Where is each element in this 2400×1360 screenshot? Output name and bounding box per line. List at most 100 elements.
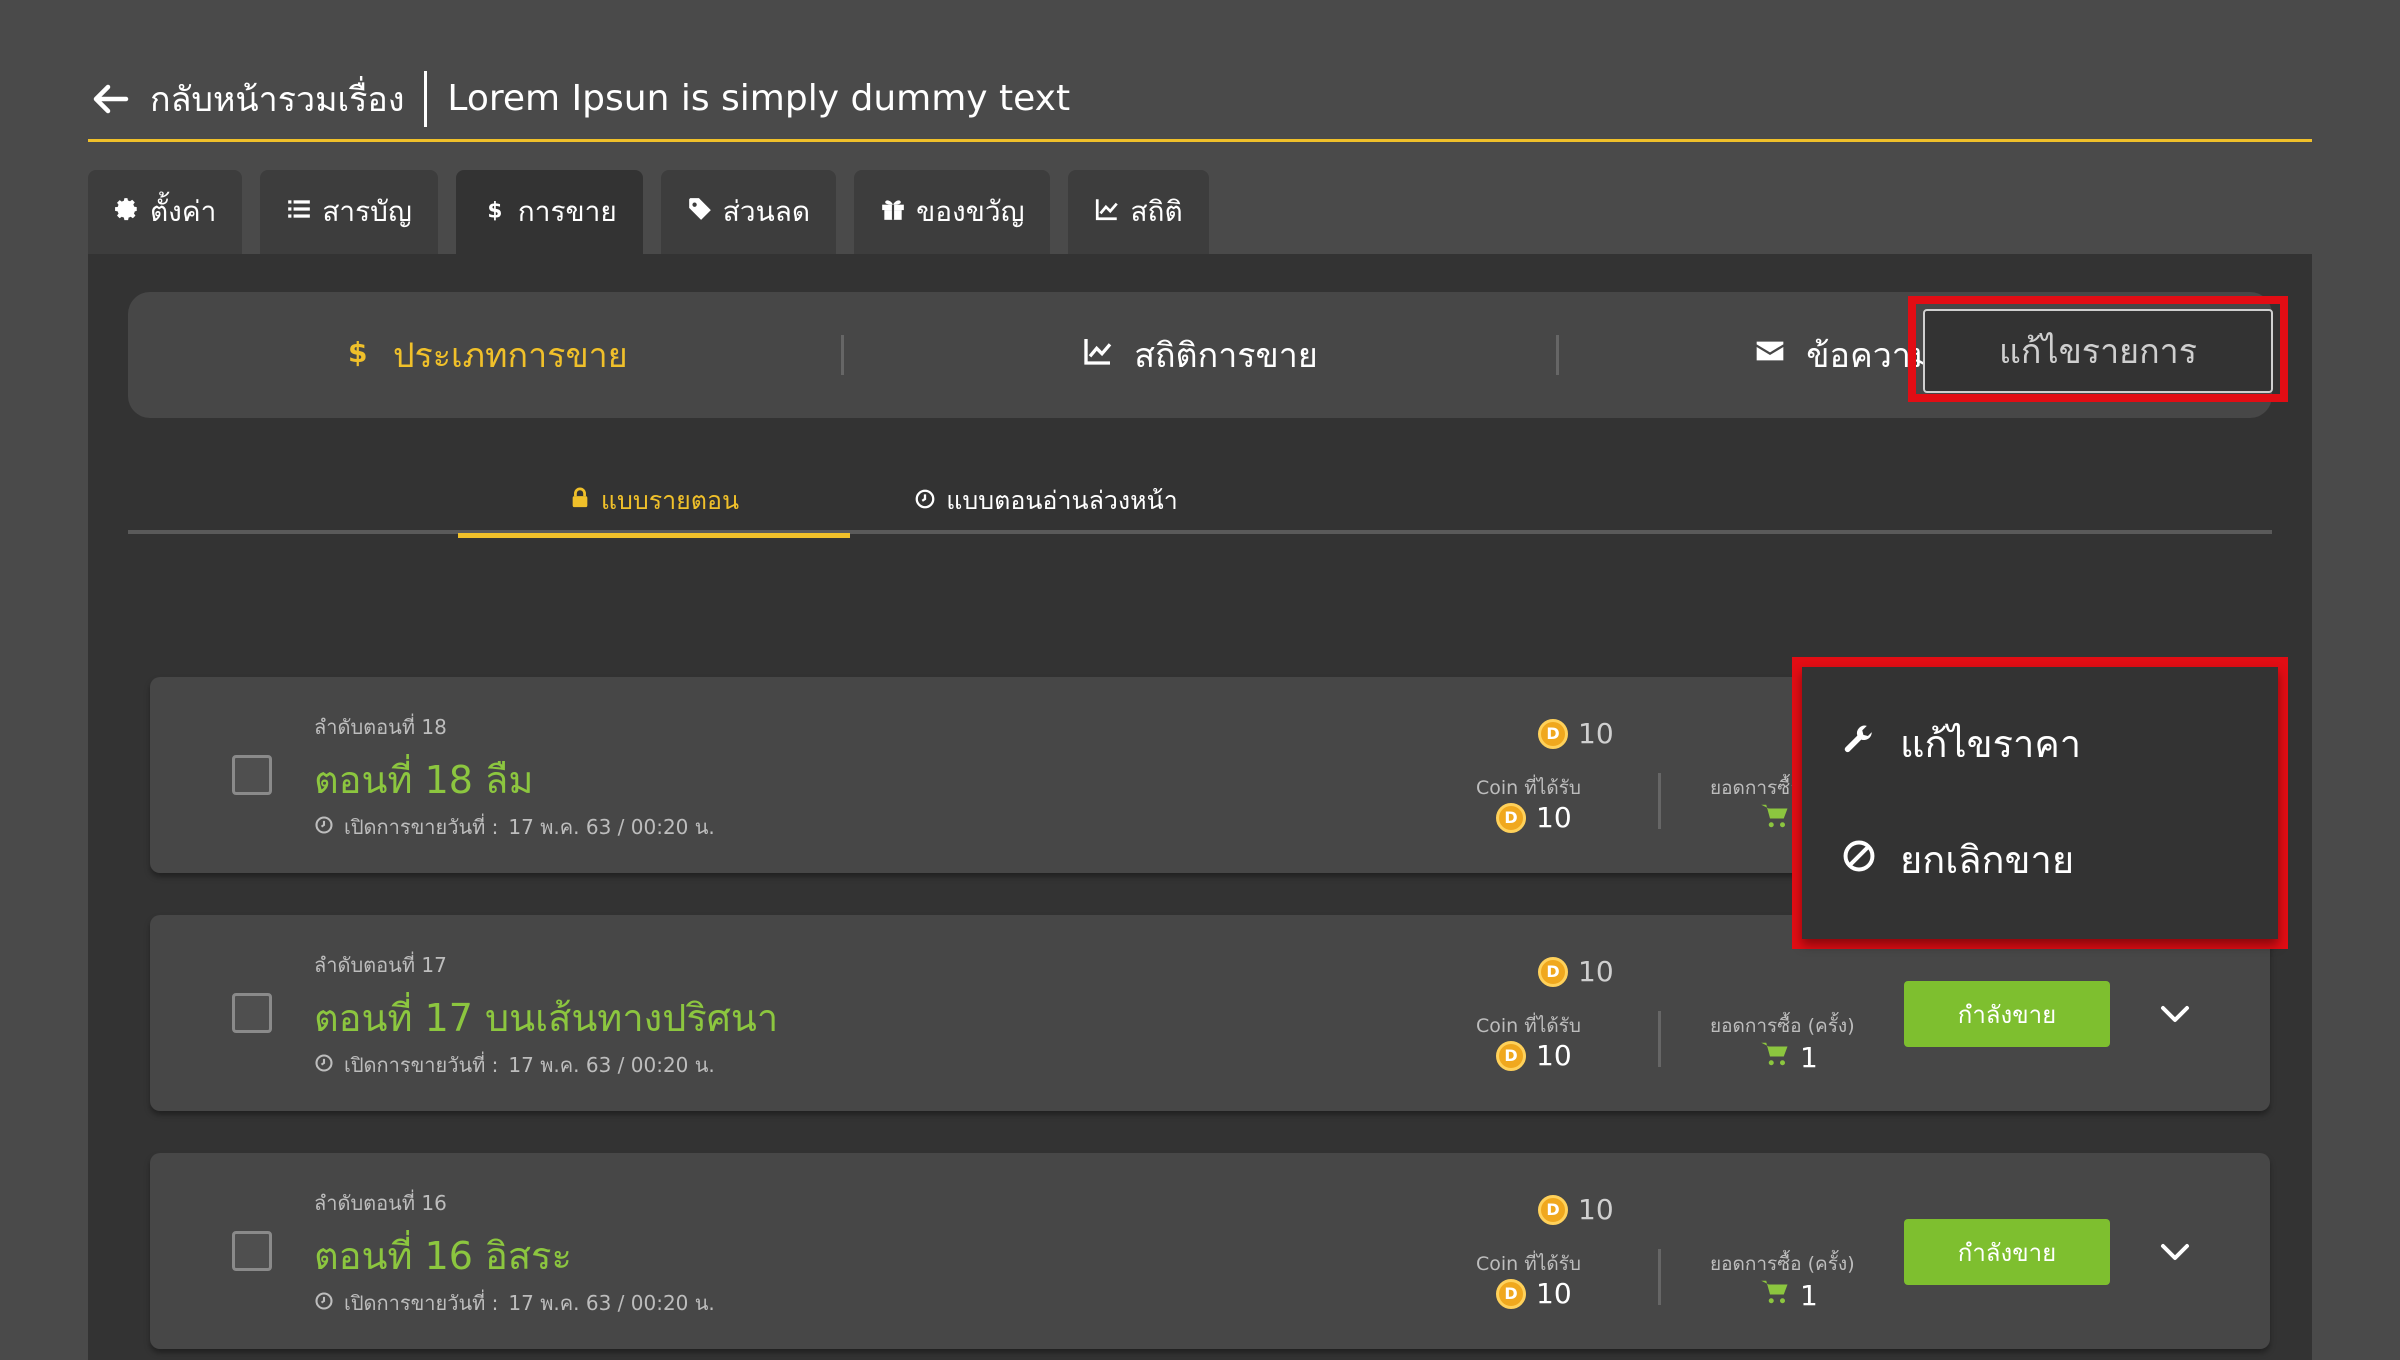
episode-price: D 10 — [1538, 1193, 1614, 1226]
header-divider — [424, 70, 428, 127]
tab-gifts[interactable]: ของขวัญ — [854, 170, 1051, 254]
gear-icon — [114, 196, 140, 229]
tab-label: ตั้งค่า — [150, 195, 217, 228]
envelope-icon — [1754, 335, 1786, 376]
episode-order: ลำดับตอนที่ 17 — [314, 953, 447, 977]
lock-icon — [569, 486, 591, 515]
coin-value: 10 — [1536, 801, 1572, 834]
coin-icon: D — [1496, 1040, 1526, 1071]
tab-label: การขาย — [517, 195, 617, 228]
episode-order: ลำดับตอนที่ 18 — [314, 715, 447, 739]
coin-received-label: Coin ที่ได้รับ — [1476, 1253, 1581, 1275]
stat-divider — [1658, 773, 1661, 829]
purchases-value: 1 — [1760, 1277, 1818, 1314]
coin-icon: D — [1496, 1278, 1526, 1309]
episode-price: D 10 — [1538, 955, 1614, 988]
stat-divider — [1658, 1249, 1661, 1305]
coin-received-label: Coin ที่ได้รับ — [1476, 777, 1581, 799]
episode-checkbox[interactable] — [232, 1231, 272, 1271]
edit-list-button[interactable]: แก้ไขรายการ — [1923, 309, 2273, 393]
subnav-label: ประเภทการขาย — [392, 336, 628, 376]
sale-mode-tabs: แบบรายตอน แบบตอนอ่านล่วงหน้า — [128, 468, 2272, 538]
episode-price: D 10 — [1538, 717, 1614, 750]
tab-per-episode[interactable]: แบบรายตอน — [458, 468, 850, 538]
coin-value: 10 — [1536, 1039, 1572, 1072]
date-prefix: เปิดการขายวันที่ : — [344, 815, 499, 839]
tab-contents[interactable]: สารบัญ — [260, 170, 438, 254]
main-tabs: ตั้งค่า สารบัญ $ การขาย ส่วนลด ของขวัญ ส… — [88, 170, 1209, 254]
episode-title[interactable]: ตอนที่ 17 บนเส้นทางปริศนา — [314, 987, 778, 1048]
stat-divider — [1658, 1011, 1661, 1067]
episode-title[interactable]: ตอนที่ 16 อิสระ — [314, 1225, 572, 1286]
purchases-count: 1 — [1800, 1041, 1818, 1074]
coin-icon: D — [1538, 1194, 1568, 1225]
wrench-icon — [1842, 722, 1876, 766]
back-to-stories-link[interactable]: กลับหน้ารวมเรื่อง — [150, 72, 404, 126]
dollar-icon: $ — [341, 335, 373, 376]
clock-icon — [314, 1291, 334, 1316]
chart-icon — [1082, 335, 1114, 376]
tag-icon — [687, 196, 713, 229]
episode-title[interactable]: ตอนที่ 18 ลืม — [314, 749, 533, 810]
date-value: 17 พ.ค. 63 / 00:20 น. — [508, 1291, 715, 1315]
episode-checkbox[interactable] — [232, 755, 272, 795]
purchases-label: ยอดการซื้อ (ครั้ง) — [1710, 1015, 1855, 1037]
episode-checkbox[interactable] — [232, 993, 272, 1033]
subnav-sales-statistics[interactable]: สถิติการขาย — [844, 328, 1557, 382]
purchases-value: 1 — [1760, 1039, 1818, 1076]
price-value: 10 — [1578, 1193, 1614, 1226]
purchases-label: ยอดการซื้อ (ครั้ง) — [1710, 1253, 1855, 1275]
coin-received-value: D 10 — [1496, 1039, 1572, 1072]
edit-dropdown-menu: แก้ไขราคา ยกเลิกขาย — [1802, 667, 2278, 939]
episode-order: ลำดับตอนที่ 16 — [314, 1191, 447, 1215]
tab-sales[interactable]: $ การขาย — [455, 170, 643, 254]
clock-icon — [314, 815, 334, 840]
coin-icon: D — [1538, 956, 1568, 987]
menu-item-label: ยกเลิกขาย — [1900, 838, 2075, 882]
tab-label: สถิติ — [1130, 195, 1183, 228]
episode-date: เปิดการขายวันที่ : 17 พ.ค. 63 / 00:20 น. — [314, 1049, 715, 1081]
tab-label: สารบัญ — [322, 195, 412, 228]
coin-icon: D — [1538, 718, 1568, 749]
chevron-down-icon[interactable] — [2150, 989, 2200, 1039]
menu-item-label: แก้ไขราคา — [1900, 722, 2082, 766]
selling-status-button[interactable]: กำลังขาย — [1904, 1219, 2110, 1285]
menu-item-cancel-sale[interactable]: ยกเลิกขาย — [1842, 829, 2074, 890]
dollar-icon: $ — [482, 196, 508, 229]
purchases-count: 1 — [1800, 1279, 1818, 1312]
list-icon — [286, 196, 312, 229]
subnav-sales-type[interactable]: $ ประเภทการขาย — [128, 328, 841, 382]
clock-icon — [314, 1053, 334, 1078]
price-value: 10 — [1578, 717, 1614, 750]
tab-early-access[interactable]: แบบตอนอ่านล่วงหน้า — [850, 468, 1242, 534]
episode-date: เปิดการขายวันที่ : 17 พ.ค. 63 / 00:20 น. — [314, 1287, 715, 1319]
chart-icon — [1094, 196, 1120, 229]
cart-icon — [1760, 1277, 1790, 1314]
price-value: 10 — [1578, 955, 1614, 988]
svg-text:$: $ — [348, 336, 367, 367]
page-header: กลับหน้ารวมเรื่อง Lorem Ipsun is simply … — [88, 58, 2312, 142]
tab-statistics[interactable]: สถิติ — [1068, 170, 1209, 254]
tab-label: แบบรายตอน — [600, 485, 740, 515]
episode-date: เปิดการขายวันที่ : 17 พ.ค. 63 / 00:20 น. — [314, 811, 715, 843]
clock-icon — [914, 487, 936, 516]
coin-received-value: D 10 — [1496, 801, 1572, 834]
tab-label: ส่วนลด — [722, 195, 811, 228]
tab-discount[interactable]: ส่วนลด — [660, 170, 837, 254]
subnav-label: สถิติการขาย — [1134, 336, 1318, 376]
menu-item-edit-price[interactable]: แก้ไขราคา — [1842, 713, 2081, 774]
date-value: 17 พ.ค. 63 / 00:20 น. — [508, 1053, 715, 1077]
chevron-down-icon[interactable] — [2150, 1227, 2200, 1277]
date-prefix: เปิดการขายวันที่ : — [344, 1053, 499, 1077]
date-value: 17 พ.ค. 63 / 00:20 น. — [508, 815, 715, 839]
arrow-left-icon[interactable] — [88, 77, 132, 121]
svg-text:$: $ — [487, 198, 502, 221]
tab-label: แบบตอนอ่านล่วงหน้า — [946, 486, 1178, 515]
coin-received-value: D 10 — [1496, 1277, 1572, 1310]
selling-status-button[interactable]: กำลังขาย — [1904, 981, 2110, 1047]
coin-value: 10 — [1536, 1277, 1572, 1310]
gift-icon — [880, 196, 906, 229]
tab-settings[interactable]: ตั้งค่า — [88, 170, 243, 254]
story-title: Lorem Ipsun is simply dummy text — [447, 78, 1071, 119]
date-prefix: เปิดการขายวันที่ : — [344, 1291, 499, 1315]
